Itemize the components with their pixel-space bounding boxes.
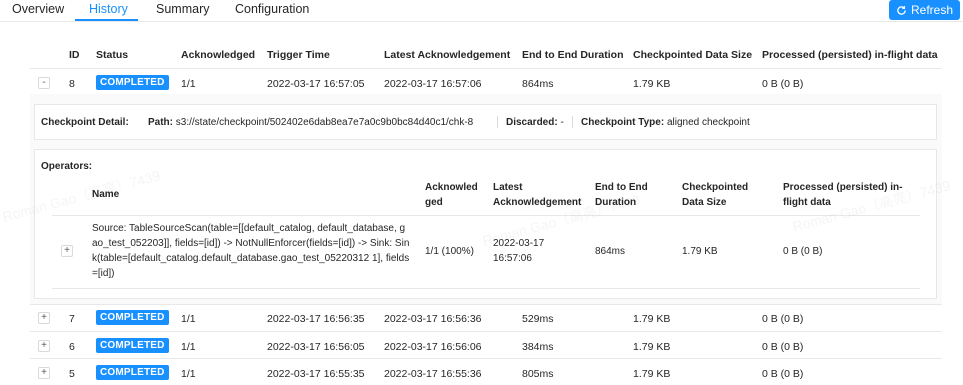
checkpoint-path-value: s3://state/checkpoint/502402e6dab8ea7e7a… bbox=[175, 117, 474, 128]
discarded-value: - bbox=[560, 117, 564, 128]
row-processed-data: 0 B (0 B) bbox=[762, 78, 804, 90]
operator-processed-data: 0 B (0 B) bbox=[783, 246, 823, 257]
checkpoint-type-value: aligned checkpoint bbox=[666, 117, 750, 128]
row-acknowledged: 1/1 bbox=[181, 368, 196, 380]
refresh-label: Refresh bbox=[910, 3, 954, 17]
status-badge: COMPLETED bbox=[96, 365, 169, 380]
operator-e2e-duration: 864ms bbox=[595, 246, 626, 257]
row-e2e-duration: 384ms bbox=[522, 341, 554, 353]
status-badge: COMPLETED bbox=[96, 310, 169, 325]
row-trigger-time: 2022-03-17 16:55:35 bbox=[267, 368, 365, 380]
ops-header-e2e-duration[interactable]: End to End Duration bbox=[595, 180, 665, 210]
row-data-size: 1.79 KB bbox=[633, 368, 671, 380]
header-divider bbox=[30, 68, 942, 69]
row-latest-ack: 2022-03-17 16:55:36 bbox=[384, 368, 482, 380]
refresh-button[interactable]: Refresh bbox=[889, 0, 960, 20]
expand-row-button[interactable]: + bbox=[38, 367, 50, 379]
checkpoint-detail-title: Checkpoint Detail: bbox=[41, 117, 129, 128]
row-e2e-duration: 805ms bbox=[522, 368, 554, 380]
operator-acknowledged: 1/1 (100%) bbox=[425, 246, 474, 257]
row-trigger-time: 2022-03-17 16:57:05 bbox=[267, 78, 365, 90]
row-data-size: 1.79 KB bbox=[633, 313, 671, 325]
row-acknowledged: 1/1 bbox=[181, 78, 196, 90]
row-id: 6 bbox=[69, 341, 75, 353]
header-status[interactable]: Status bbox=[96, 49, 128, 61]
row-processed-data: 0 B (0 B) bbox=[762, 313, 804, 325]
row-trigger-time: 2022-03-17 16:56:05 bbox=[267, 341, 365, 353]
row-latest-ack: 2022-03-17 16:56:36 bbox=[384, 313, 482, 325]
tab-history[interactable]: History bbox=[89, 2, 128, 16]
header-latest-ack[interactable]: Latest Acknowledgement bbox=[384, 49, 510, 61]
row-latest-ack: 2022-03-17 16:56:06 bbox=[384, 341, 482, 353]
tab-overview[interactable]: Overview bbox=[12, 2, 64, 16]
row-id: 8 bbox=[69, 78, 75, 90]
checkpoint-path: Path: s3://state/checkpoint/502402e6dab8… bbox=[148, 117, 474, 128]
expand-operator-button[interactable]: + bbox=[61, 245, 73, 257]
operator-name: Source: TableSourceScan(table=[[default_… bbox=[92, 223, 410, 279]
row-processed-data: 0 B (0 B) bbox=[762, 341, 804, 353]
refresh-icon bbox=[897, 5, 906, 15]
header-acknowledged[interactable]: Acknowledged bbox=[181, 49, 255, 61]
ops-header-divider bbox=[52, 215, 920, 216]
operator-latest-ack: 2022-03-17 16:57:06 bbox=[493, 238, 545, 264]
expand-row-button[interactable]: + bbox=[38, 340, 50, 352]
row-processed-data: 0 B (0 B) bbox=[762, 368, 804, 380]
row-divider bbox=[30, 358, 942, 359]
ops-header-processed-data[interactable]: Processed (persisted) in-flight data bbox=[783, 180, 918, 210]
operator-data-size: 1.79 KB bbox=[682, 246, 718, 257]
detail-separator bbox=[572, 116, 573, 128]
active-tab-indicator bbox=[75, 19, 138, 21]
ops-header-acknowledged[interactable]: Acknowledged bbox=[425, 180, 483, 210]
row-id: 7 bbox=[69, 313, 75, 325]
expand-row-button[interactable]: + bbox=[38, 312, 50, 324]
header-data-size[interactable]: Checkpointed Data Size bbox=[633, 49, 752, 61]
header-trigger-time[interactable]: Trigger Time bbox=[267, 49, 330, 61]
checkpoint-type: Checkpoint Type: aligned checkpoint bbox=[581, 117, 750, 128]
tab-summary[interactable]: Summary bbox=[156, 2, 209, 16]
tab-configuration[interactable]: Configuration bbox=[235, 2, 309, 16]
row-e2e-duration: 864ms bbox=[522, 78, 554, 90]
ops-header-latest-ack[interactable]: Latest Acknowledgement bbox=[493, 180, 588, 210]
checkpoint-discarded: Discarded: - bbox=[506, 117, 564, 128]
row-id: 5 bbox=[69, 368, 75, 380]
row-divider bbox=[30, 331, 942, 332]
status-badge: COMPLETED bbox=[96, 75, 169, 90]
operators-title: Operators: bbox=[41, 161, 93, 172]
header-id[interactable]: ID bbox=[69, 49, 80, 61]
status-badge: COMPLETED bbox=[96, 338, 169, 353]
ops-header-data-size[interactable]: Checkpointed Data Size bbox=[682, 180, 767, 210]
tab-bar: Overview History Summary Configuration bbox=[0, 0, 963, 22]
row-data-size: 1.79 KB bbox=[633, 341, 671, 353]
collapse-row-button[interactable]: - bbox=[38, 77, 50, 89]
row-latest-ack: 2022-03-17 16:57:06 bbox=[384, 78, 482, 90]
row-trigger-time: 2022-03-17 16:56:35 bbox=[267, 313, 365, 325]
detail-separator bbox=[497, 116, 498, 128]
header-processed-data[interactable]: Processed (persisted) in-flight data bbox=[762, 49, 938, 61]
row-acknowledged: 1/1 bbox=[181, 313, 196, 325]
row-divider bbox=[30, 304, 942, 305]
ops-header-name[interactable]: Name bbox=[92, 187, 119, 202]
ops-row-divider bbox=[52, 288, 920, 289]
row-acknowledged: 1/1 bbox=[181, 341, 196, 353]
header-e2e-duration[interactable]: End to End Duration bbox=[522, 49, 624, 61]
row-e2e-duration: 529ms bbox=[522, 313, 554, 325]
row-data-size: 1.79 KB bbox=[633, 78, 671, 90]
